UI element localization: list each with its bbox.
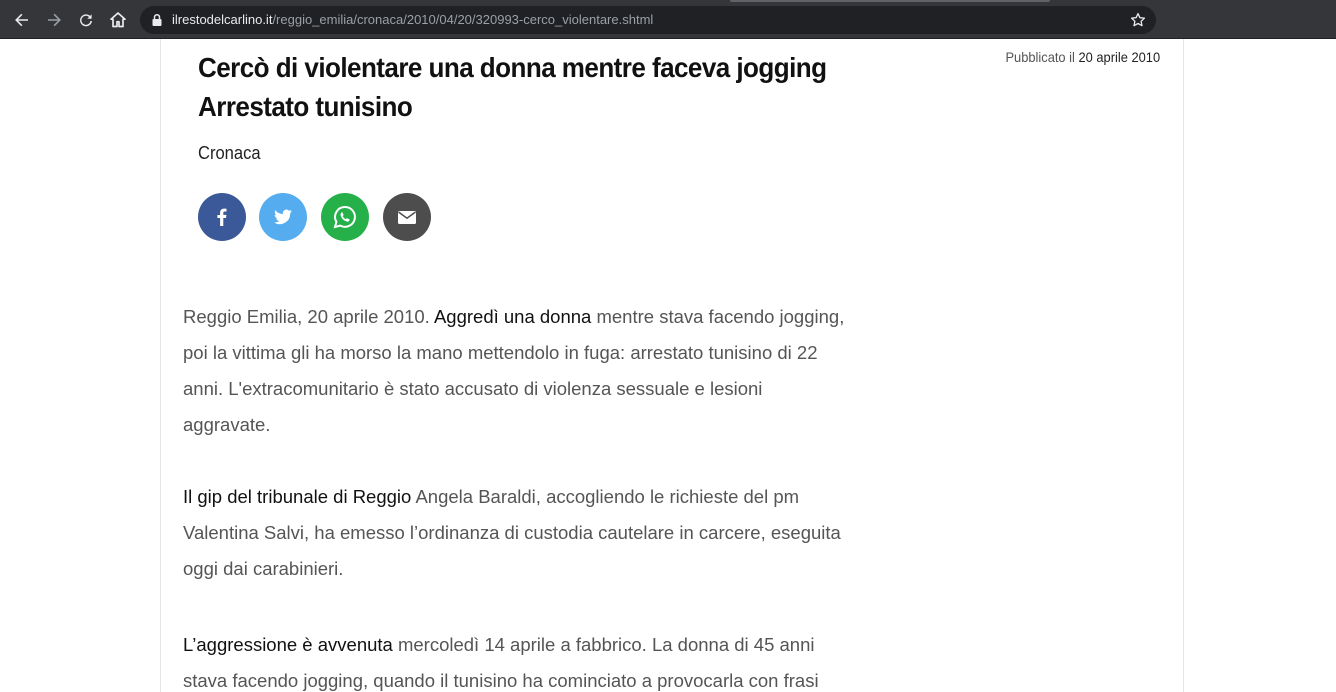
article-headline: Cercò di violentare una donna mentre fac… bbox=[198, 52, 827, 122]
home-icon bbox=[110, 12, 126, 28]
back-arrow-icon bbox=[15, 13, 28, 27]
share-twitter-button[interactable] bbox=[259, 193, 307, 241]
address-bar[interactable]: ilrestodelcarlino.it/reggio_emilia/crona… bbox=[140, 6, 1156, 34]
browser-toolbar: ilrestodelcarlino.it/reggio_emilia/crona… bbox=[0, 0, 1336, 39]
reload-button[interactable] bbox=[73, 7, 99, 33]
paragraph-1-highlight: Aggredì una donna bbox=[433, 306, 592, 327]
article-paragraph-1: Reggio Emilia, 20 aprile 2010. Aggredì u… bbox=[183, 299, 853, 443]
lock-icon[interactable] bbox=[151, 13, 163, 27]
article-paragraph-2: Il gip del tribunale di Reggio Angela Ba… bbox=[183, 479, 853, 587]
tab-strip-edge bbox=[730, 0, 1050, 2]
share-facebook-button[interactable] bbox=[198, 193, 246, 241]
share-email-button[interactable] bbox=[383, 193, 431, 241]
page-content: Cercò di violentare una donna mentre fac… bbox=[0, 39, 1336, 692]
published-label: Pubblicato il bbox=[1005, 49, 1075, 65]
paragraph-2-highlight: Il gip del tribunale di Reggio bbox=[183, 486, 412, 507]
home-button[interactable] bbox=[105, 7, 131, 33]
star-icon[interactable] bbox=[1130, 12, 1146, 28]
whatsapp-icon bbox=[333, 205, 356, 229]
published-date: Pubblicato il 20 aprile 2010 bbox=[1005, 49, 1160, 65]
section-link-cronaca[interactable]: Cronaca bbox=[198, 143, 261, 164]
url-domain: ilrestodelcarlino.it bbox=[172, 12, 273, 27]
share-whatsapp-button[interactable] bbox=[321, 193, 369, 241]
url-text[interactable]: ilrestodelcarlino.it/reggio_emilia/crona… bbox=[172, 12, 653, 28]
twitter-icon bbox=[274, 209, 292, 225]
reload-icon bbox=[80, 14, 92, 27]
paragraph-1-lead: Reggio Emilia, 20 aprile 2010. bbox=[183, 306, 430, 327]
published-date-value: 20 aprile 2010 bbox=[1078, 49, 1160, 65]
email-icon bbox=[398, 211, 416, 224]
back-button[interactable] bbox=[9, 7, 35, 33]
forward-button[interactable] bbox=[41, 7, 67, 33]
forward-arrow-icon bbox=[48, 13, 61, 27]
paragraph-3-highlight: L’aggressione è avvenuta bbox=[183, 634, 393, 655]
article-paragraph-3: L’aggressione è avvenuta mercoledì 14 ap… bbox=[183, 627, 853, 692]
facebook-icon bbox=[217, 208, 227, 226]
url-path: /reggio_emilia/cronaca/2010/04/20/320993… bbox=[272, 12, 654, 27]
